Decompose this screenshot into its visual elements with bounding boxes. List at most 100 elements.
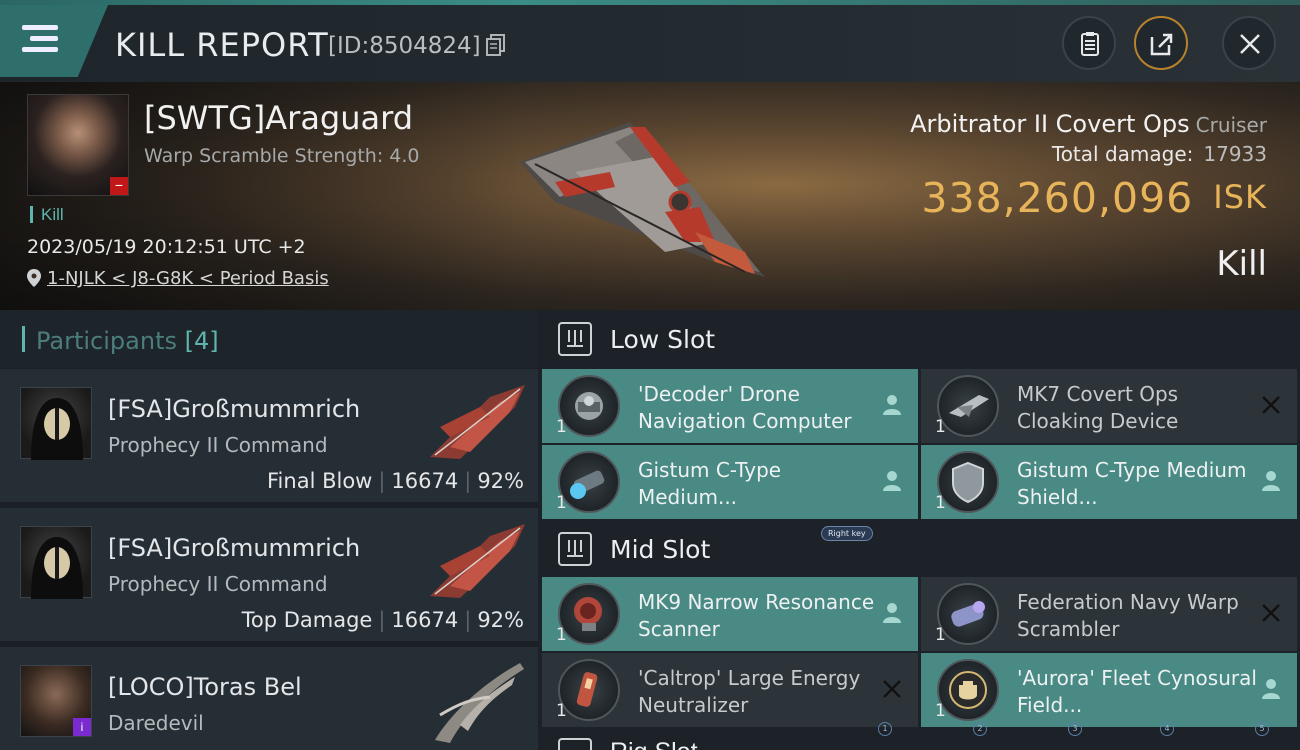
hostile-badge: − [110,177,128,195]
fitting-panel: Low Slot 1 'Decoder' Drone Navigation Co… [538,310,1300,750]
cloaking-device-icon [937,375,999,437]
module-name: MK9 Narrow Resonance Scanner [638,590,875,641]
participant-role: Top Damage [241,608,373,632]
participant-role: Final Blow [267,469,373,493]
location-link[interactable]: 1-NJLK < J8-G8K < Period Basis [47,268,329,289]
participant-avatar[interactable]: i [20,665,92,737]
module-quantity: 1 [935,493,946,513]
drone-nav-computer-icon [558,375,620,437]
participant-name: [FSA]Großmummrich [108,395,361,423]
participant-card[interactable]: i [LOCO]Toras Bel Daredevil [0,646,538,750]
module-quantity: 1 [556,493,567,513]
next-slot-icon [558,738,592,750]
isk-unit: ISK [1213,178,1267,216]
page-title: KILL REPORT [115,26,329,64]
module-name: Federation Navy Warp Scrambler [1017,590,1239,641]
warp-scrambler-icon [937,583,999,645]
participant-avatar[interactable] [20,526,92,599]
person-icon [1262,679,1280,699]
participant-name: [LOCO]Toras Bel [108,673,302,701]
isk-amount: 338,260,096 [921,174,1194,222]
shield-booster-icon [558,451,620,513]
clipboard-icon [1081,32,1099,56]
module-name: 'Aurora' Fleet Cynosural Field... [1017,666,1257,717]
module-item[interactable]: 1 Gistum C-Type Medium Shield... [921,445,1297,519]
participant-ship: Prophecy II Command [108,433,328,457]
kill-result: Kill [1216,244,1267,284]
info-badge: i [73,718,91,736]
module-quantity: 1 [935,701,946,721]
participant-ship: Daredevil [108,711,204,735]
share-button[interactable] [1134,16,1188,70]
victim-ship-name[interactable]: Arbitrator II Covert Ops Cruiser [910,110,1267,138]
participant-ship-image [435,663,524,743]
total-damage-value: 17933 [1203,142,1267,166]
module-item[interactable]: 1 Gistum C-Type Medium... [542,445,918,519]
module-quantity: 1 [556,625,567,645]
isk-value: 338,260,096 ISK [921,174,1267,222]
participant-ship-image [430,385,525,459]
close-button[interactable] [1222,16,1276,70]
module-name: MK7 Covert Ops Cloaking Device [1017,382,1179,433]
share-icon [1150,33,1173,56]
mid-slot-header: Mid Slot [538,520,1300,578]
module-item[interactable]: 1 Federation Navy Warp Scrambler [921,577,1297,651]
shield-extender-icon [937,451,999,513]
person-icon [883,395,901,415]
low-slot-label: Low Slot [610,325,716,354]
total-damage: Total damage: 17933 [1052,142,1267,166]
destroyed-x-icon [883,680,901,698]
kill-tag: Kill [30,206,64,223]
module-quantity: 1 [556,701,567,721]
victim-name[interactable]: [SWTG]Araguard [144,99,413,137]
total-damage-label: Total damage: [1051,142,1194,166]
menu-button[interactable] [0,5,108,77]
participant-stats: Top Damage | 16674 | 92% [241,608,524,632]
copy-icon[interactable] [486,34,506,56]
module-item[interactable]: 1 'Decoder' Drone Navigation Computer [542,369,918,443]
clipboard-button[interactable] [1062,16,1116,70]
participant-damage: 16674 [391,608,459,632]
participant-avatar[interactable] [20,387,92,460]
victim-subtitle: Warp Scramble Strength: 4.0 [144,145,420,167]
destroyed-x-icon [1262,396,1280,414]
module-quantity: 1 [556,417,567,437]
module-name: Gistum C-Type Medium Shield... [1017,458,1247,509]
next-slot-header: Rig Slot [538,730,1300,750]
participant-damage: 16674 [391,469,459,493]
destroyed-x-icon [1262,604,1280,622]
ship-name-text: Arbitrator II Covert Ops [910,110,1190,138]
person-icon [883,603,901,623]
participant-card[interactable]: [FSA]Großmummrich Prophecy II Command To… [0,507,538,641]
module-name: 'Caltrop' Large Energy Neutralizer [638,666,861,717]
person-icon [883,471,901,491]
close-icon [1240,34,1260,54]
low-slot-icon [558,322,592,356]
module-item[interactable]: 1 'Caltrop' Large Energy Neutralizer [542,653,918,727]
kill-timestamp: 2023/05/19 20:12:51 UTC +2 [27,236,306,258]
module-item[interactable]: 1 MK9 Narrow Resonance Scanner [542,577,918,651]
ship-class: Cruiser [1195,113,1267,137]
module-item[interactable]: 1 'Aurora' Fleet Cynosural Field... [921,653,1297,727]
participants-panel: Participants [4] [FSA]Großmummrich Proph… [0,310,538,750]
victim-avatar[interactable]: − [27,94,129,196]
top-accent-line [0,0,1300,5]
participant-ship-image [430,524,525,598]
scanner-icon [558,583,620,645]
participant-percent: 92% [477,469,524,493]
module-item[interactable]: 1 MK7 Covert Ops Cloaking Device [921,369,1297,443]
module-quantity: 1 [935,417,946,437]
location-pin-icon [27,269,41,287]
victim-ship-image[interactable] [515,102,775,282]
report-id: [ID:8504824] [328,33,481,59]
low-slot-header: Low Slot [538,310,1300,368]
participant-stats: Final Blow | 16674 | 92% [267,469,524,493]
participant-card[interactable]: [FSA]Großmummrich Prophecy II Command Fi… [0,368,538,502]
kill-location[interactable]: 1-NJLK < J8-G8K < Period Basis [27,268,329,289]
participants-header: Participants [4] [0,310,538,368]
top-bar: KILL REPORT [ID:8504824] [0,0,1300,82]
hamburger-icon [22,25,58,53]
mid-slot-icon [558,532,592,566]
victim-panel: − [SWTG]Araguard Warp Scramble Strength:… [0,82,1300,310]
participant-name: [FSA]Großmummrich [108,534,361,562]
